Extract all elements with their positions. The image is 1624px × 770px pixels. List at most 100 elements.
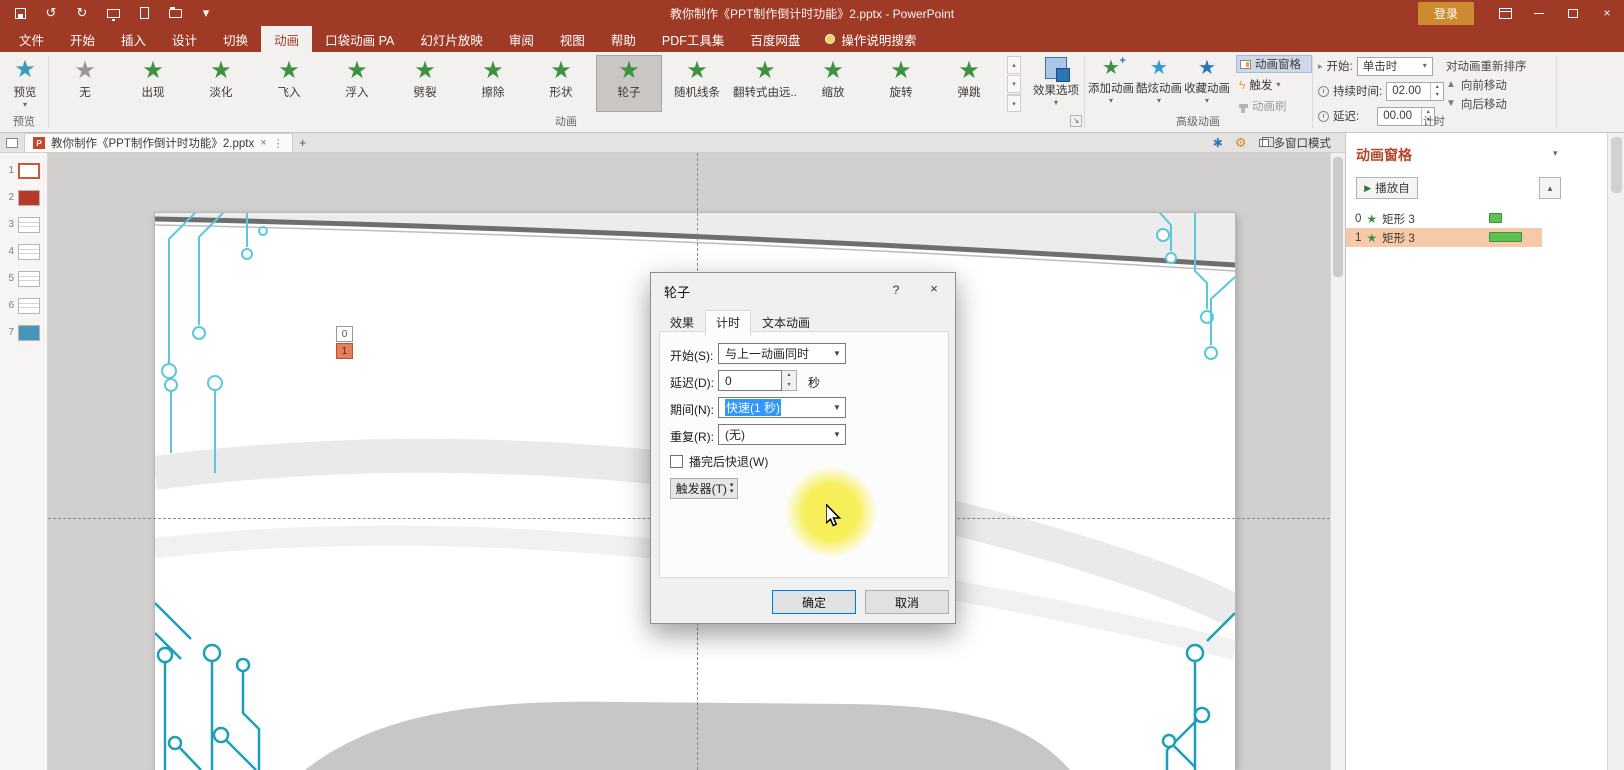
ribbon-display-options-icon[interactable]: [1488, 0, 1522, 26]
anim-shape[interactable]: ★ 形状: [528, 55, 594, 112]
preview-button[interactable]: ★ 预览 ▾: [4, 54, 46, 109]
new-file-icon[interactable]: [136, 5, 152, 21]
timeline-bar-0[interactable]: [1489, 213, 1502, 223]
slide-thumb-4[interactable]: 4: [0, 244, 47, 271]
redo-icon[interactable]: ↻: [74, 5, 90, 21]
tab-review[interactable]: 审阅: [496, 26, 547, 52]
anim-fade[interactable]: ★ 淡化: [188, 55, 254, 112]
tell-me-search[interactable]: 操作说明搜索: [813, 26, 928, 52]
delay-spinner[interactable]: ▴ ▾: [782, 370, 797, 391]
canvas-scrollbar[interactable]: [1330, 153, 1345, 770]
slide-thumb-1[interactable]: 1: [0, 163, 47, 190]
play-icon: ▸: [1318, 60, 1323, 71]
slide-thumb-5[interactable]: 5: [0, 271, 47, 298]
start-slideshow-icon[interactable]: [105, 5, 121, 21]
favorite-animation-button[interactable]: ★ 收藏动画 ▾: [1184, 54, 1230, 105]
tab-slideshow[interactable]: 幻灯片放映: [407, 26, 496, 52]
document-tab[interactable]: P 教你制作《PPT制作倒计时功能》2.pptx × ⋮: [24, 133, 293, 152]
undo-icon[interactable]: ↺: [43, 5, 59, 21]
tab-design[interactable]: 设计: [159, 26, 210, 52]
tab-pdf-tools[interactable]: PDF工具集: [649, 26, 738, 52]
ok-button[interactable]: 确定: [772, 590, 856, 614]
anim-float-in[interactable]: ★ 浮入: [324, 55, 390, 112]
pane-collapse-button[interactable]: ▴: [1539, 177, 1561, 199]
duration-input[interactable]: 02.00 ▴ ▾: [1386, 81, 1445, 101]
gallery-scroll-up[interactable]: ▴: [1007, 56, 1021, 74]
move-later-button[interactable]: ▼ 向后移动: [1446, 94, 1556, 113]
effect-options-button[interactable]: 效果选项 ▾: [1030, 54, 1082, 107]
animation-dialog-launcher-icon[interactable]: ↘: [1070, 115, 1082, 127]
triggers-button[interactable]: 触发器(T) ▾ ▾: [670, 478, 738, 499]
close-button[interactable]: ×: [1590, 0, 1624, 26]
window-layout-icon[interactable]: [6, 137, 18, 148]
start-combobox[interactable]: 单击时 ▾: [1356, 56, 1433, 76]
duration-spinner[interactable]: ▴ ▾: [1430, 82, 1443, 100]
anim-none[interactable]: ★ 无: [52, 55, 118, 112]
tab-insert[interactable]: 插入: [108, 26, 159, 52]
trigger-button[interactable]: ϟ 触发 ▾: [1236, 76, 1312, 94]
anim-bounce[interactable]: ★ 弹跳: [936, 55, 1002, 112]
pane-menu-icon[interactable]: ▾: [1553, 148, 1558, 159]
animation-item-0[interactable]: 0 ★ 矩形 3: [1346, 209, 1542, 228]
tab-animations[interactable]: 动画: [261, 26, 313, 52]
dialog-help-button[interactable]: ?: [885, 280, 907, 300]
cool-animation-button[interactable]: ★ 酷炫动画 ▾: [1136, 54, 1182, 105]
countdown-box-1[interactable]: 1: [336, 343, 353, 359]
anim-wipe[interactable]: ★ 擦除: [460, 55, 526, 112]
tab-file[interactable]: 文件: [6, 26, 57, 52]
effect-options-icon: [1045, 57, 1070, 82]
save-icon[interactable]: [12, 5, 28, 21]
tab-view[interactable]: 视图: [547, 26, 598, 52]
animation-pane-button[interactable]: 动画窗格: [1236, 55, 1312, 73]
animation-painter-button[interactable]: 动画刷: [1236, 97, 1312, 115]
repeat-combobox[interactable]: (无) ▼: [718, 424, 846, 445]
anim-random-bars[interactable]: ★ 随机线条: [664, 55, 730, 112]
anim-wheel[interactable]: ★ 轮子: [596, 55, 662, 112]
cancel-button[interactable]: 取消: [865, 590, 949, 614]
tab-baidu-pan[interactable]: 百度网盘: [737, 26, 813, 52]
play-from-button[interactable]: ▶ 播放自: [1356, 177, 1418, 199]
slide-thumb-7[interactable]: 7: [0, 325, 47, 352]
pane-scrollbar-thumb[interactable]: [1611, 137, 1622, 193]
delay-input[interactable]: 0: [718, 370, 782, 391]
anim-fly-in[interactable]: ★ 飞入: [256, 55, 322, 112]
tab-help[interactable]: 帮助: [598, 26, 649, 52]
maximize-button[interactable]: [1556, 0, 1590, 26]
gear-icon[interactable]: ⚙: [1235, 135, 1247, 151]
anim-swivel[interactable]: ★ 旋转: [868, 55, 934, 112]
close-tab-icon[interactable]: ×: [260, 137, 266, 149]
open-file-icon[interactable]: [167, 5, 183, 21]
gallery-more-button[interactable]: ▾: [1007, 94, 1021, 112]
canvas-scrollbar-thumb[interactable]: [1333, 157, 1343, 277]
login-button[interactable]: 登录: [1417, 1, 1474, 25]
period-combobox[interactable]: 快速(1 秒) ▼: [718, 397, 846, 418]
gallery-scroll-down[interactable]: ▾: [1007, 75, 1021, 93]
tab-pocket-animation[interactable]: 口袋动画 PA: [312, 26, 407, 52]
new-tab-button[interactable]: +: [293, 135, 313, 150]
slide-thumb-6[interactable]: 6: [0, 298, 47, 325]
anim-split[interactable]: ★ 劈裂: [392, 55, 458, 112]
dialog-close-button[interactable]: ×: [919, 278, 949, 300]
anim-star-icon: ★: [958, 57, 980, 84]
countdown-box-0[interactable]: 0: [336, 326, 353, 342]
multi-window-mode-button[interactable]: 多窗口模式: [1258, 135, 1331, 151]
pane-scrollbar[interactable]: [1607, 133, 1624, 770]
slide-thumb-2[interactable]: 2: [0, 190, 47, 217]
tab-transitions[interactable]: 切换: [210, 26, 261, 52]
lightning-bolt-icon: ϟ: [1239, 78, 1246, 92]
tab-home[interactable]: 开始: [57, 26, 108, 52]
slide-thumb-3[interactable]: 3: [0, 217, 47, 244]
anim-appear[interactable]: ★ 出现: [120, 55, 186, 112]
tab-menu-icon[interactable]: ⋮: [273, 137, 284, 150]
dialog-tab-timing[interactable]: 计时: [705, 310, 752, 336]
customize-qat-icon[interactable]: ▾: [198, 5, 214, 21]
plugin-icon[interactable]: ✱: [1213, 136, 1223, 150]
minimize-button[interactable]: [1522, 0, 1556, 26]
timeline-bar-1[interactable]: [1489, 232, 1522, 242]
start-combobox[interactable]: 与上一动画同时 ▼: [718, 343, 846, 364]
rewind-checkbox[interactable]: 播完后快退(W): [670, 453, 768, 470]
move-earlier-button[interactable]: ▲ 向前移动: [1446, 75, 1556, 94]
add-animation-button[interactable]: ★ + 添加动画 ▾: [1088, 54, 1134, 105]
anim-grow-turn[interactable]: ★ 翻转式由远...: [732, 55, 798, 112]
anim-zoom[interactable]: ★ 缩放: [800, 55, 866, 112]
